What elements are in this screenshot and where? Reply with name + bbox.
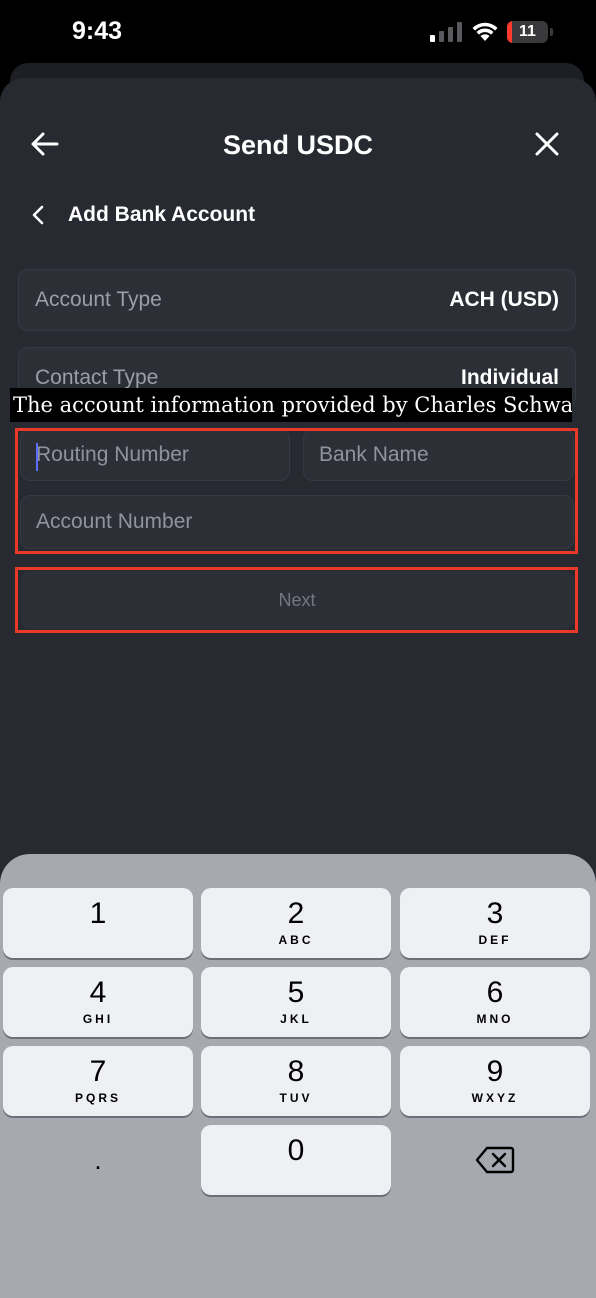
delete-key[interactable]: [400, 1125, 590, 1195]
key-6-digit: 6: [486, 976, 504, 1009]
key-4[interactable]: 4 GHI: [3, 967, 193, 1037]
status-bar: 9:43 11: [0, 0, 596, 64]
key-2-digit: 2: [287, 897, 305, 930]
account-type-label: Account Type: [35, 288, 162, 311]
battery-level-text: 11: [519, 23, 536, 40]
key-7-letters: PQRS: [74, 1091, 121, 1105]
key-9-digit: 9: [486, 1055, 504, 1088]
section-title: Add Bank Account: [68, 203, 256, 226]
account-type-selector[interactable]: Account Type ACH (USD): [18, 269, 576, 331]
key-8-letters: TUV: [279, 1091, 313, 1105]
backspace-icon: [475, 1146, 515, 1174]
key-3[interactable]: 3 DEF: [400, 888, 590, 958]
page-title: Send USDC: [222, 130, 374, 160]
key-dot[interactable]: .: [3, 1130, 193, 1200]
key-5[interactable]: 5 JKL: [201, 967, 391, 1037]
key-8[interactable]: 8 TUV: [201, 1046, 391, 1116]
key-1[interactable]: 1: [3, 888, 193, 958]
battery-body: 11: [507, 21, 548, 43]
key-4-letters: GHI: [82, 1012, 114, 1026]
key-1-digit: 1: [89, 897, 107, 930]
account-type-value: ACH (USD): [449, 288, 559, 311]
battery-tip: [550, 28, 553, 36]
key-5-letters: JKL: [280, 1012, 312, 1026]
key-9-letters: WXYZ: [471, 1091, 519, 1105]
bank-fields-highlight-box: [15, 428, 578, 554]
cellular-signal-icon: [430, 22, 462, 42]
caption-overlay: The account information provided by Char…: [10, 388, 572, 422]
numeric-keyboard: 1 2 ABC 3 DEF 4 GHI 5 JKL 6 MNO 7 PQRS 8…: [0, 854, 596, 1298]
key-2[interactable]: 2 ABC: [201, 888, 391, 958]
key-dot-label: .: [94, 1145, 102, 1175]
key-0[interactable]: 0: [201, 1125, 391, 1195]
close-icon[interactable]: [533, 130, 561, 158]
key-2-letters: ABC: [278, 933, 314, 947]
key-7-digit: 7: [89, 1055, 107, 1088]
key-4-digit: 4: [89, 976, 107, 1009]
key-3-digit: 3: [486, 897, 504, 930]
key-5-digit: 5: [287, 976, 305, 1009]
key-6[interactable]: 6 MNO: [400, 967, 590, 1037]
key-7[interactable]: 7 PQRS: [3, 1046, 193, 1116]
key-8-digit: 8: [287, 1055, 305, 1088]
key-0-digit: 0: [287, 1134, 305, 1167]
screen: 9:43 11 Send USDC Add Bank Account Accou…: [0, 0, 596, 1298]
key-6-letters: MNO: [476, 1012, 514, 1026]
status-time: 9:43: [72, 17, 123, 45]
key-3-letters: DEF: [478, 933, 512, 947]
battery-indicator: 11: [507, 21, 553, 43]
wifi-icon: [472, 22, 498, 41]
chevron-left-icon[interactable]: [28, 202, 48, 228]
key-9[interactable]: 9 WXYZ: [400, 1046, 590, 1116]
next-button-highlight-box: [15, 567, 578, 633]
